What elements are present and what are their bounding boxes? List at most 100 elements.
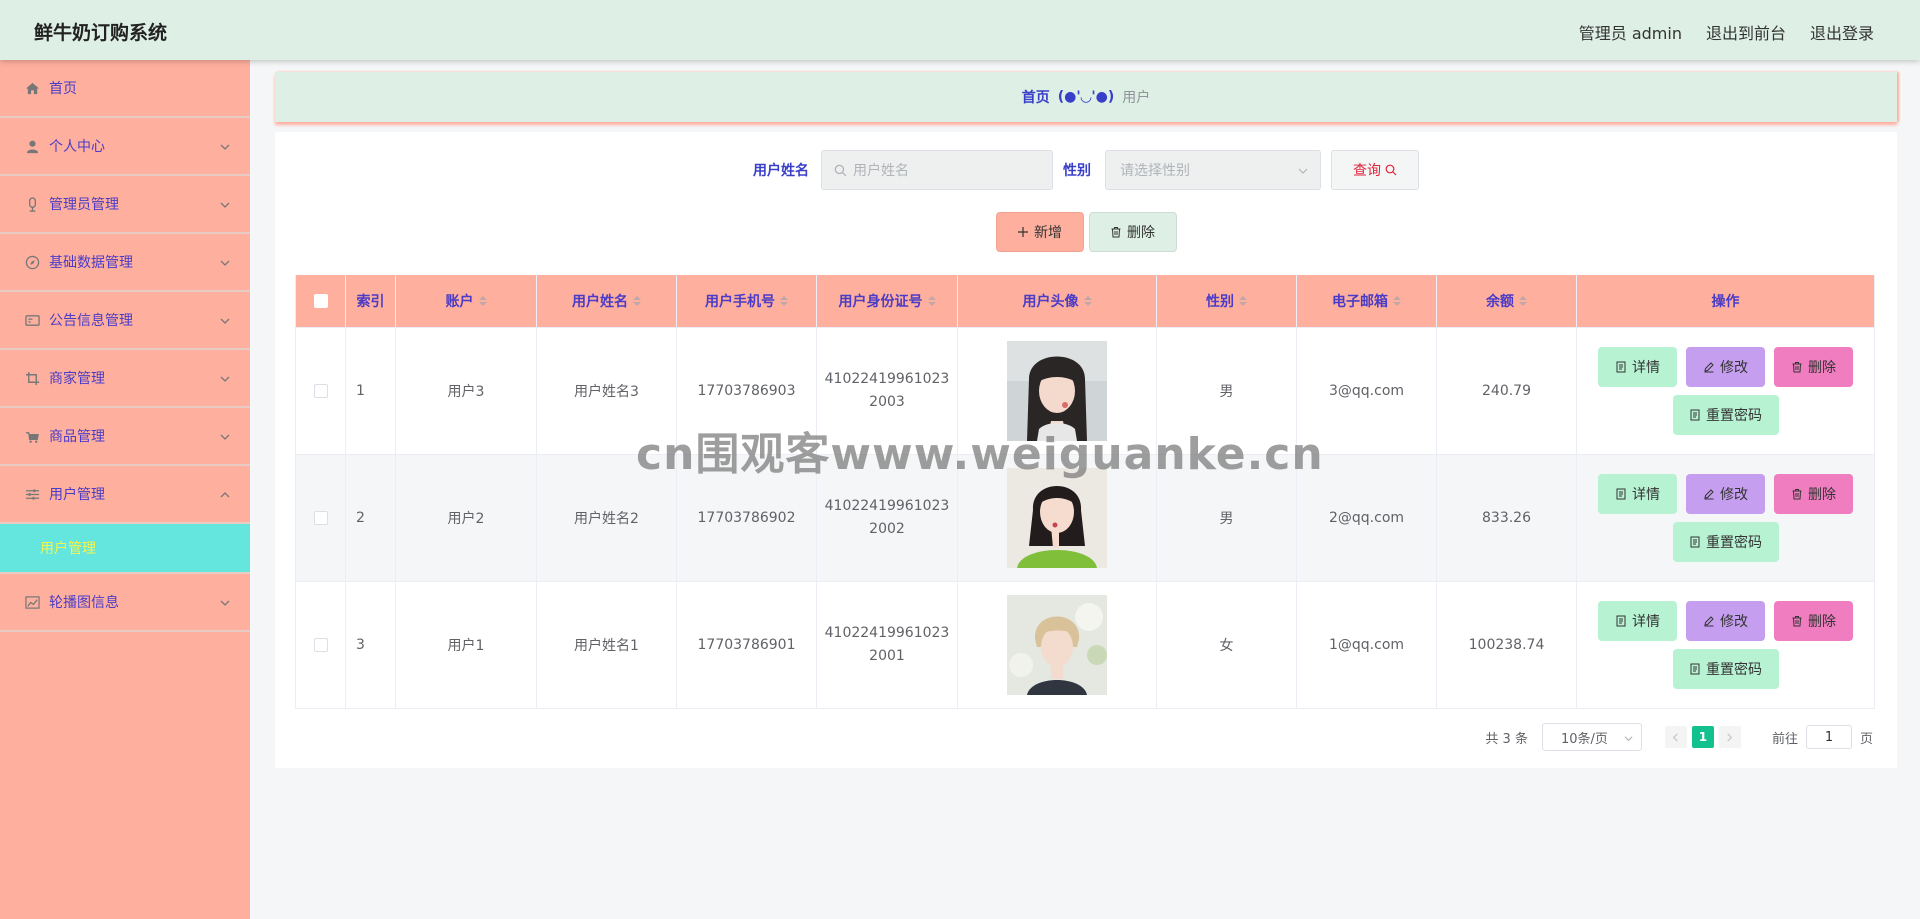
- table-row: 2 用户2 用户姓名2 17703786902 4102241996102320…: [296, 455, 1874, 582]
- sliders-icon: [24, 486, 40, 502]
- query-button[interactable]: 查询: [1331, 150, 1419, 190]
- select-all-checkbox[interactable]: [313, 294, 328, 308]
- sex-select[interactable]: 请选择性别: [1105, 150, 1321, 190]
- action-bar: 新增 删除: [275, 212, 1897, 252]
- cell-name: 用户姓名2: [537, 455, 677, 581]
- col-balance[interactable]: 余额: [1437, 275, 1577, 327]
- col-photo[interactable]: 用户头像: [958, 275, 1157, 327]
- table-row: 1 用户3 用户姓名3 17703786903 4102241996102320…: [296, 328, 1874, 455]
- select-all-checkbox-cell: [296, 275, 346, 327]
- name-search-input[interactable]: 用户姓名: [821, 150, 1053, 190]
- cell-email: 3@qq.com: [1297, 328, 1437, 454]
- reset-password-label: 重置密码: [1706, 535, 1762, 551]
- sidebar-item-personal[interactable]: 个人中心: [0, 118, 250, 176]
- sidebar-item-merchant[interactable]: 商家管理: [0, 350, 250, 408]
- row-actions: 详情 修改 删除 重置密码: [1596, 347, 1856, 435]
- sidebar-item-goods[interactable]: 商品管理: [0, 408, 250, 466]
- reset-password-button[interactable]: 重置密码: [1672, 522, 1779, 562]
- sort-icon[interactable]: [1083, 296, 1092, 306]
- row-checkbox-cell: [296, 328, 346, 454]
- col-phone-label: 用户手机号: [705, 294, 775, 310]
- col-phone[interactable]: 用户手机号: [677, 275, 817, 327]
- chevron-right-icon: [1727, 732, 1733, 742]
- delete-button[interactable]: 删除: [1774, 347, 1853, 387]
- row-checkbox[interactable]: [313, 638, 328, 652]
- avatar-photo[interactable]: [1007, 341, 1107, 441]
- next-page-button[interactable]: [1718, 726, 1741, 748]
- sort-icon[interactable]: [633, 296, 641, 306]
- detail-button[interactable]: 详情: [1598, 601, 1677, 641]
- cell-balance: 833.26: [1437, 455, 1577, 581]
- chevron-left-icon: [1673, 732, 1679, 742]
- avatar-photo[interactable]: [1007, 468, 1107, 568]
- sidebar-item-label: 公告信息管理: [49, 313, 133, 329]
- delete-button[interactable]: 删除: [1774, 474, 1853, 514]
- col-email[interactable]: 电子邮箱: [1297, 275, 1437, 327]
- sort-icon[interactable]: [478, 296, 487, 306]
- page-jump-input[interactable]: 1: [1805, 725, 1852, 749]
- sex-filter-label: 性别: [1063, 163, 1091, 179]
- batch-delete-button[interactable]: 删除: [1088, 212, 1177, 252]
- add-button[interactable]: 新增: [995, 212, 1084, 252]
- page-size-select[interactable]: 10条/页: [1541, 723, 1642, 751]
- cell-account: 用户3: [396, 328, 537, 454]
- col-name[interactable]: 用户姓名: [537, 275, 677, 327]
- col-ops-label: 操作: [1711, 294, 1740, 310]
- row-checkbox[interactable]: [313, 511, 328, 525]
- cell-balance: 100238.74: [1437, 582, 1577, 708]
- compass-icon: [24, 254, 40, 270]
- logout-link[interactable]: 退出登录: [1810, 20, 1874, 44]
- document-icon: [1616, 361, 1626, 373]
- sort-icon[interactable]: [780, 296, 788, 306]
- sidebar: 首页 个人中心 管理员管理 基础数据管理 公告信息管理 商家管理 商品管理 用户…: [0, 60, 250, 919]
- col-photo-label: 用户头像: [1022, 294, 1079, 310]
- detail-button[interactable]: 详情: [1598, 474, 1677, 514]
- detail-button-label: 详情: [1632, 487, 1660, 503]
- delete-button-label: 删除: [1808, 614, 1836, 630]
- delete-button[interactable]: 删除: [1774, 601, 1853, 641]
- reset-password-label: 重置密码: [1706, 408, 1762, 424]
- pagination: 共 3 条 10条/页 1 前往 1 页: [1485, 723, 1873, 751]
- delete-button-label: 删除: [1808, 487, 1836, 503]
- edit-button-label: 修改: [1720, 360, 1748, 376]
- chevron-down-icon: [220, 144, 230, 150]
- document-icon: [1690, 536, 1700, 548]
- sort-icon[interactable]: [927, 296, 936, 306]
- reset-password-button[interactable]: 重置密码: [1672, 649, 1779, 689]
- edit-button[interactable]: 修改: [1686, 347, 1765, 387]
- sidebar-item-basic-data[interactable]: 基础数据管理: [0, 234, 250, 292]
- reset-password-label: 重置密码: [1706, 662, 1762, 678]
- id-card-text: 410224199610232001: [824, 625, 950, 664]
- breadcrumb: 首页 (●'◡'●) 用户: [275, 72, 1897, 122]
- sidebar-item-notice[interactable]: 公告信息管理: [0, 292, 250, 350]
- avatar-photo[interactable]: [1007, 595, 1107, 695]
- to-front-link[interactable]: 退出到前台: [1706, 20, 1786, 44]
- edit-button[interactable]: 修改: [1686, 474, 1765, 514]
- sort-icon[interactable]: [1239, 296, 1247, 306]
- cell-sex: 女: [1157, 582, 1297, 708]
- col-id-card[interactable]: 用户身份证号: [817, 275, 958, 327]
- sidebar-item-home[interactable]: 首页: [0, 60, 250, 118]
- col-account[interactable]: 账户: [396, 275, 537, 327]
- sidebar-subitem-user-management[interactable]: 用户管理: [0, 524, 250, 574]
- pencil-icon: [1704, 616, 1714, 627]
- sidebar-item-carousel[interactable]: 轮播图信息: [0, 574, 250, 632]
- row-actions: 详情 修改 删除 重置密码: [1596, 601, 1856, 689]
- document-icon: [1616, 615, 1626, 627]
- sidebar-item-admin[interactable]: 管理员管理: [0, 176, 250, 234]
- plus-icon: [1018, 227, 1028, 237]
- sex-select-placeholder: 请选择性别: [1120, 163, 1190, 179]
- chevron-up-icon: [220, 492, 230, 498]
- detail-button[interactable]: 详情: [1598, 347, 1677, 387]
- reset-password-button[interactable]: 重置密码: [1672, 395, 1779, 435]
- page-number-current[interactable]: 1: [1691, 726, 1714, 748]
- sort-icon[interactable]: [1519, 296, 1527, 306]
- chevron-down-icon: [1298, 168, 1308, 174]
- breadcrumb-home[interactable]: 首页: [1022, 87, 1050, 107]
- prev-page-button[interactable]: [1664, 726, 1687, 748]
- sidebar-item-users[interactable]: 用户管理: [0, 466, 250, 524]
- col-sex[interactable]: 性别: [1157, 275, 1297, 327]
- row-checkbox[interactable]: [313, 384, 328, 398]
- edit-button[interactable]: 修改: [1686, 601, 1765, 641]
- sort-icon[interactable]: [1393, 296, 1401, 306]
